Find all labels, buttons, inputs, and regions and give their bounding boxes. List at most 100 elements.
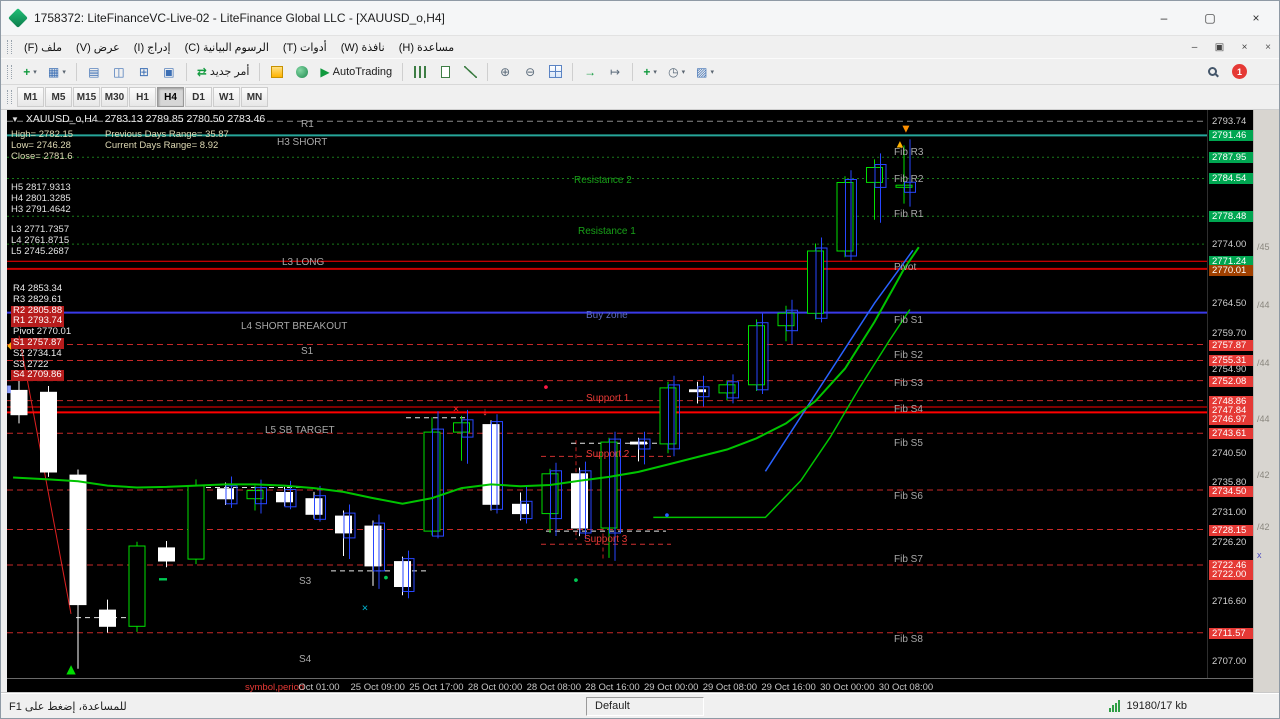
toolbar-separator [259, 63, 260, 81]
close-button[interactable]: × [1233, 1, 1279, 35]
maximize-button[interactable]: ▢ [1187, 1, 1233, 35]
menu-item-4[interactable]: أدوات (T) [276, 38, 334, 57]
dock-close-icon[interactable]: × [1265, 42, 1271, 53]
price-tick-4: 2778.48 [1209, 211, 1253, 222]
price-tick-5: 2774.00 [1209, 239, 1253, 250]
templates-button[interactable]: ▨▾ [691, 60, 719, 83]
strip-fragment-3: /44 [1257, 414, 1270, 424]
line-chart-button[interactable] [458, 60, 482, 83]
toolbar-separator [76, 63, 77, 81]
menu-item-0[interactable]: ملف (F) [17, 38, 69, 57]
timeframe-w1-button[interactable]: W1 [213, 87, 240, 107]
price-tick-25: 2722.00 [1209, 569, 1253, 580]
menu-item-6[interactable]: مساعدة (H) [392, 38, 462, 57]
mdi-restore-button[interactable]: ▣ [1213, 42, 1226, 53]
toolbar-grip-2[interactable] [7, 65, 12, 79]
new-chart-button[interactable]: +▾ [18, 60, 42, 83]
indicators-icon: + [643, 65, 650, 79]
symbol-ohlc-line: ▼ XAUUSD_o,H4 2783.13 2789.85 2780.50 27… [11, 113, 265, 125]
timeframe-m15-button[interactable]: M15 [73, 87, 100, 107]
strip-x-mark: x [1257, 550, 1262, 560]
zoom-out-icon: ⊖ [525, 65, 535, 79]
mdi-close-button[interactable]: × [1238, 42, 1251, 53]
auto-scroll-button[interactable]: → [578, 60, 602, 83]
data-window-icon: ◫ [113, 65, 124, 79]
h-level-1: H4 2801.3285 [11, 193, 71, 204]
market-watch-button[interactable]: ▤ [82, 60, 106, 83]
price-tick-2: 2787.95 [1209, 152, 1253, 163]
minimize-button[interactable]: – [1141, 1, 1187, 35]
zoom-in-button[interactable]: ⊕ [493, 60, 517, 83]
timeframe-m1-button[interactable]: M1 [17, 87, 44, 107]
line-chart-icon [464, 66, 477, 78]
timeframe-h4-button[interactable]: H4 [157, 87, 184, 107]
timeframe-m5-button[interactable]: M5 [45, 87, 72, 107]
svg-text:•: • [665, 507, 670, 523]
community-button[interactable] [290, 60, 314, 83]
symbol-caret-icon[interactable]: ▼ [11, 115, 19, 124]
status-profile-cell[interactable]: Default [586, 697, 704, 716]
timeframe-mn-button[interactable]: MN [241, 87, 268, 107]
zoom-out-button[interactable]: ⊖ [518, 60, 542, 83]
bar-chart-button[interactable] [408, 60, 432, 83]
profiles-button[interactable]: ▦▾ [43, 60, 71, 83]
mdi-window-controls: – ▣ × [1188, 42, 1251, 53]
time-tick-10: 30 Oct 08:00 [879, 682, 933, 693]
navigator-button[interactable]: ⊞ [132, 60, 156, 83]
price-tick-23: 2726.20 [1209, 537, 1253, 548]
fib-label-11: Fib S8 [894, 634, 923, 645]
toolbar-right-group: 1 [1200, 60, 1247, 83]
toolbar-separator [572, 63, 573, 81]
menu-item-1[interactable]: عرض (V) [69, 38, 127, 57]
candlestick-chart-button[interactable] [433, 60, 457, 83]
window-title: 1758372: LiteFinanceVC-Live-02 - LiteFin… [34, 11, 445, 25]
right-edge-panel: /45/44/44/44/42/42x [1253, 110, 1279, 693]
timeframe-bar: M1M5M15M30H1H4D1W1MN [1, 85, 1279, 110]
navigator-icon: ⊞ [139, 65, 149, 79]
toolbar-grip[interactable] [7, 40, 12, 54]
price-tick-0: 2793.74 [1209, 116, 1253, 127]
pivot-level-6: S2 2734.14 [11, 349, 64, 360]
svg-text:•: • [544, 378, 549, 394]
chart-shift-button[interactable]: ↦ [603, 60, 627, 83]
timeframe-m30-button[interactable]: M30 [101, 87, 128, 107]
fib-label-9: Fib S6 [894, 491, 923, 502]
fib-label-4: Fib S1 [894, 315, 923, 326]
menu-item-5[interactable]: نافذة (W) [334, 38, 392, 57]
timeframe-h1-button[interactable]: H1 [129, 87, 156, 107]
data-window-button[interactable]: ◫ [107, 60, 131, 83]
menu-item-2[interactable]: إدراج (I) [127, 38, 178, 57]
menu-items: ملف (F)عرض (V)إدراج (I)الرسوم البيانية (… [17, 38, 461, 57]
info-left-line-2: Close= 2781.6 [11, 151, 73, 162]
price-scale[interactable]: 2793.742791.462787.952784.542778.482774.… [1207, 110, 1253, 678]
tile-windows-button[interactable] [543, 60, 567, 83]
sr-label-2: Buy zone [586, 310, 628, 321]
chart-plot[interactable]: ▲▼▲×↓×••••◆▮▬ ▼ XAUUSD_o,H4 2783.13 2789… [7, 110, 1207, 678]
mdi-minimize-button[interactable]: – [1188, 42, 1201, 53]
chevron-down-icon: ▾ [682, 68, 686, 76]
autotrading-button[interactable]: ▶AutoTrading [315, 60, 397, 83]
strip-fragment-0: /45 [1257, 242, 1270, 252]
indicators-button[interactable]: +▾ [638, 60, 662, 83]
sr-label-3: Support 1 [586, 393, 629, 404]
toolbar-grip-3[interactable] [7, 90, 12, 104]
svg-text:×: × [453, 404, 459, 416]
search-button[interactable] [1200, 60, 1224, 83]
periods-button[interactable]: ◷▾ [663, 60, 690, 83]
terminal-button[interactable]: ▣ [157, 60, 181, 83]
new-order-button[interactable]: ⇄أمر جديد [192, 60, 255, 83]
notifications-badge[interactable]: 1 [1232, 64, 1247, 79]
time-tick-3: 28 Oct 00:00 [468, 682, 522, 693]
price-tick-28: 2707.00 [1209, 656, 1253, 667]
price-tick-16: 2746.97 [1209, 414, 1253, 425]
templates-icon: ▨ [696, 65, 707, 79]
timeframe-d1-button[interactable]: D1 [185, 87, 212, 107]
chart-shift-icon: ↦ [610, 65, 620, 79]
menu-item-3[interactable]: الرسوم البيانية (C) [178, 38, 276, 57]
metaeditor-button[interactable] [265, 60, 289, 83]
zone-label-7: S4 [299, 654, 311, 665]
time-tick-2: 25 Oct 17:00 [409, 682, 463, 693]
time-tick-1: 25 Oct 09:00 [350, 682, 404, 693]
fib-label-10: Fib S7 [894, 554, 923, 565]
time-scale[interactable]: symbol,periodOct 01:0025 Oct 09:0025 Oct… [7, 678, 1253, 693]
